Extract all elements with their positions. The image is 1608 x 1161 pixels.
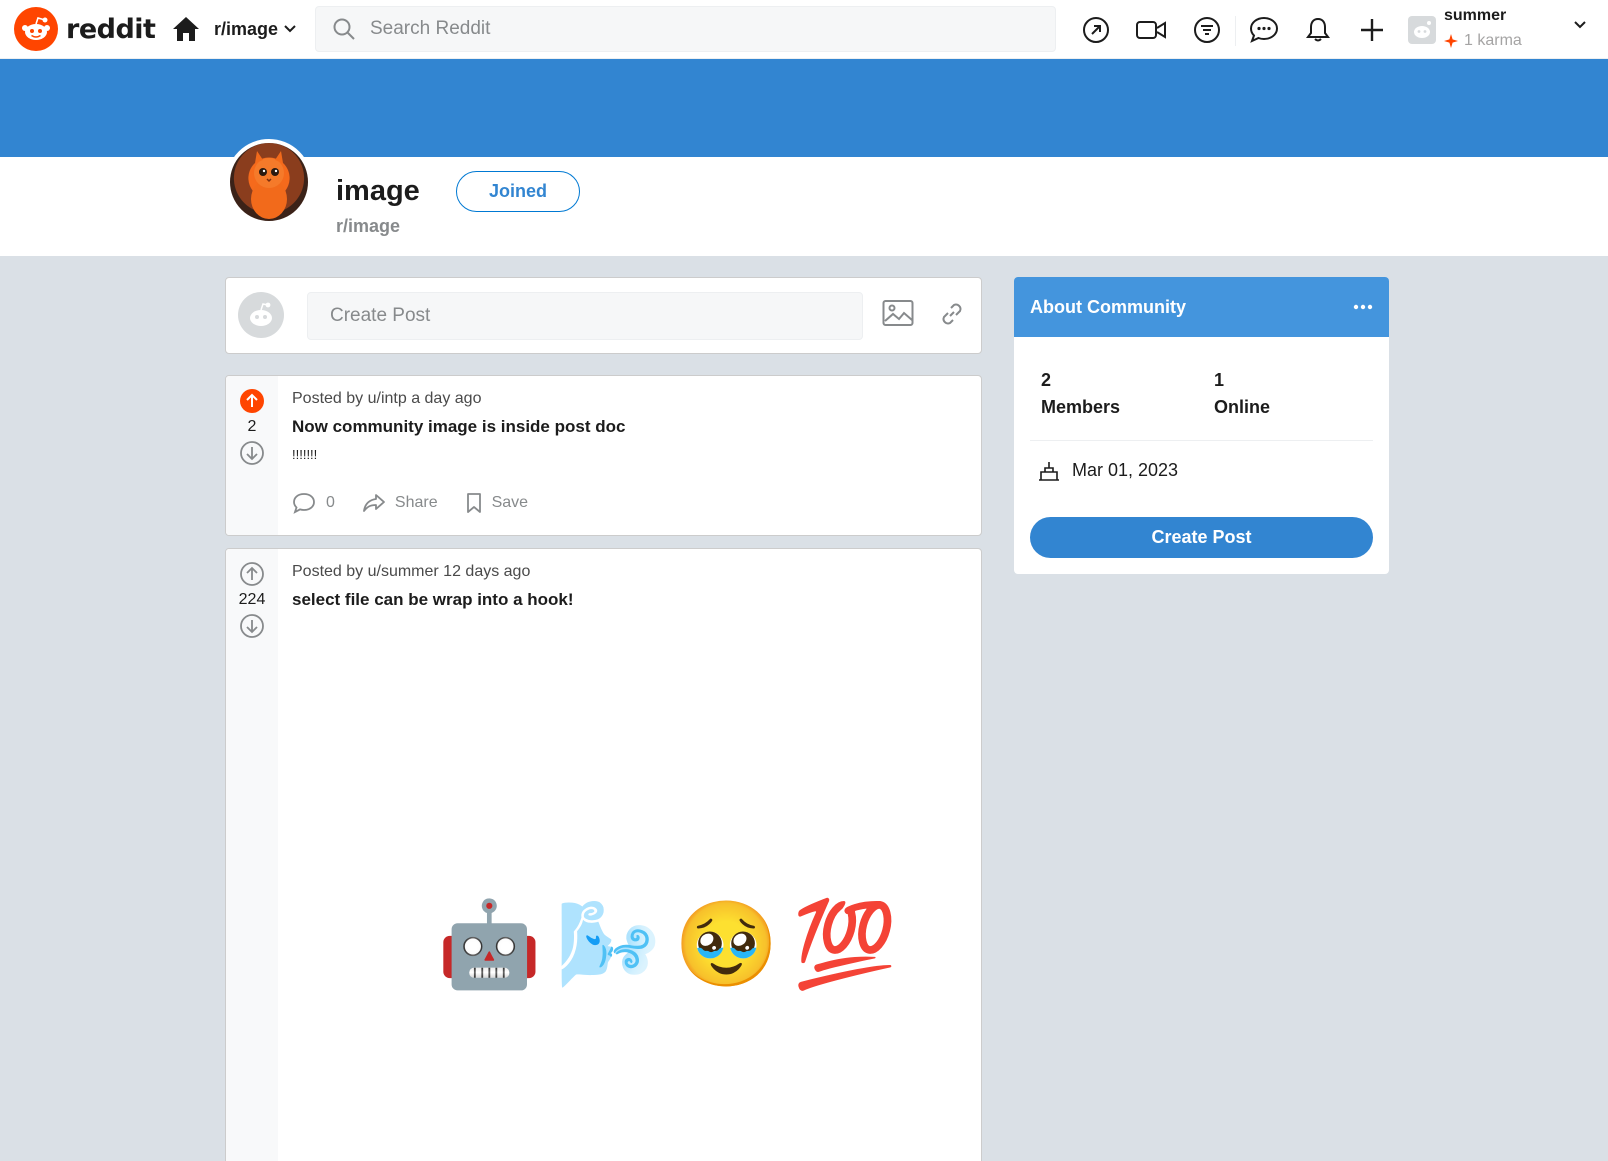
downvote-icon[interactable]	[239, 440, 265, 466]
orange-cat-image	[251, 151, 287, 219]
user-avatar	[1408, 16, 1436, 44]
username: summer	[1444, 7, 1507, 24]
post-meta: Posted by u/summer 12 days ago	[292, 563, 531, 580]
bookmark-icon	[466, 493, 481, 513]
save-button[interactable]: Save	[466, 493, 528, 513]
filter-icon[interactable]	[1189, 12, 1225, 48]
link-icon[interactable]	[938, 300, 966, 328]
divider	[1030, 440, 1373, 441]
vote-column: 224	[226, 549, 278, 1161]
upvote-icon[interactable]	[239, 561, 265, 587]
post-title[interactable]: select file can be wrap into a hook!	[292, 590, 965, 610]
image-upload-icon[interactable]	[882, 299, 914, 327]
comments-button[interactable]: 0	[292, 492, 335, 514]
post-body: Posted by u/intp a day ago Now community…	[292, 390, 965, 514]
post-card[interactable]: 224 Posted by u/summer 12 days ago selec…	[225, 548, 982, 1161]
members-label: Members	[1041, 397, 1121, 417]
wind-face-emoji: 🌬️	[555, 895, 661, 993]
karma-icon	[1444, 34, 1458, 48]
chat-icon[interactable]	[1246, 12, 1282, 48]
joined-button[interactable]: Joined	[456, 171, 580, 212]
post-text: !!!!!!!	[292, 447, 318, 462]
home-icon	[173, 17, 199, 41]
top-navigation-bar: reddit r/image Search Reddit summer 1 ka…	[0, 0, 1608, 59]
chevron-down-icon	[1574, 21, 1586, 29]
online-stat: 1 Online	[1214, 367, 1387, 421]
created-date-text: Mar 01, 2023	[1072, 459, 1179, 480]
members-stat: 2 Members	[1041, 367, 1214, 421]
more-options-icon[interactable]	[1353, 304, 1373, 310]
notification-bell-icon[interactable]	[1300, 12, 1336, 48]
comment-count: 0	[326, 494, 335, 511]
search-bar[interactable]	[315, 6, 1056, 52]
create-post-plus-icon[interactable]	[1354, 12, 1390, 48]
community-switcher[interactable]: r/image	[172, 14, 296, 44]
about-community-card: About Community 2 Members 1 Online Mar 0…	[1014, 277, 1389, 574]
post-meta: Posted by u/intp a day ago	[292, 390, 482, 407]
pleading-face-emoji: 🥹	[674, 895, 779, 993]
community-banner	[0, 59, 1608, 157]
post-title[interactable]: Now community image is inside post doc	[292, 417, 965, 437]
community-avatar	[226, 139, 312, 225]
reddit-wordmark: reddit	[66, 13, 156, 45]
reddit-snoo-icon	[14, 7, 58, 51]
community-stats: 2 Members 1 Online	[1041, 367, 1387, 421]
online-count: 1	[1214, 370, 1225, 390]
post-card[interactable]: 2 Posted by u/intp a day ago Now communi…	[225, 375, 982, 536]
popular-icon[interactable]	[1078, 12, 1114, 48]
comment-icon	[293, 493, 315, 514]
post-body: Posted by u/summer 12 days ago select fi…	[292, 563, 965, 610]
post-image[interactable]: 🤖 🌬️ 🥹 💯	[437, 896, 911, 992]
create-post-input[interactable]	[307, 292, 863, 340]
downvote-icon[interactable]	[239, 613, 265, 639]
user-avatar	[238, 292, 284, 338]
save-label: Save	[491, 494, 529, 511]
vote-count: 2	[247, 418, 257, 435]
upvote-icon[interactable]	[239, 388, 265, 414]
hundred-points-emoji: 💯	[792, 895, 898, 993]
search-icon	[333, 18, 355, 40]
header-separator	[1235, 16, 1236, 46]
current-community-label: r/image	[214, 18, 279, 39]
search-input[interactable]	[370, 18, 970, 40]
video-icon[interactable]	[1133, 12, 1169, 48]
user-menu[interactable]: summer 1 karma	[1408, 4, 1598, 54]
members-count: 2	[1041, 370, 1052, 390]
create-post-card	[225, 277, 982, 354]
created-date: Mar 01, 2023	[1038, 459, 1178, 481]
cake-icon	[1039, 462, 1059, 481]
vote-count: 224	[238, 591, 266, 608]
share-button[interactable]: Share	[363, 493, 438, 513]
post-actions: 0 Share Save	[292, 492, 965, 514]
about-community-header: About Community	[1014, 277, 1389, 337]
share-icon	[363, 494, 385, 512]
karma-text: 1 karma	[1464, 32, 1522, 49]
share-label: Share	[394, 494, 438, 511]
vote-column: 2	[226, 376, 278, 535]
online-label: Online	[1214, 397, 1271, 417]
about-community-title: About Community	[1030, 296, 1186, 317]
create-post-button[interactable]: Create Post	[1030, 517, 1373, 558]
chevron-down-icon	[284, 25, 296, 33]
community-name: r/image	[336, 216, 401, 236]
reddit-logo[interactable]: reddit	[14, 7, 156, 51]
community-title: image	[336, 175, 420, 207]
user-karma: 1 karma	[1444, 32, 1522, 50]
robot-emoji: 🤖	[437, 895, 542, 993]
